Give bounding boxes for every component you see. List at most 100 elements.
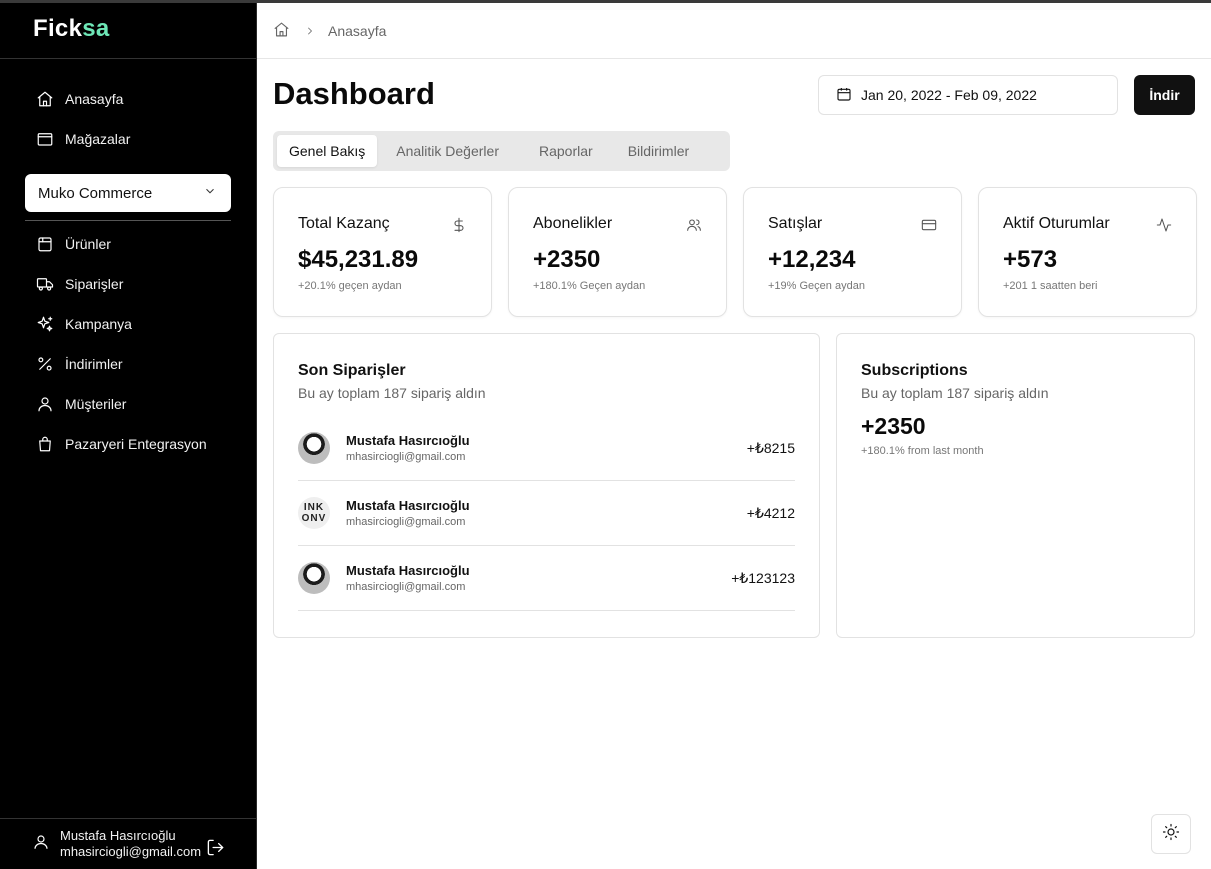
sun-icon [1162, 823, 1180, 846]
tab-list: Genel Bakış Analitik Değerler Raporlar B… [273, 131, 730, 171]
store-select[interactable]: Muko Commerce [25, 174, 231, 212]
brand-name-accent: sa [82, 15, 110, 42]
calendar-icon [836, 86, 861, 105]
tab-raporlar[interactable]: Raporlar [527, 135, 605, 167]
user-icon [36, 395, 54, 413]
stat-sub: +19% Geçen aydan [768, 280, 865, 292]
order-customer: Mustafa Hasırcıoğlu mhasirciogli@gmail.c… [346, 498, 470, 528]
sidebar-item-label: Müşteriler [65, 396, 127, 412]
tab-analitik-degerler[interactable]: Analitik Değerler [384, 135, 511, 167]
sidebar-item-label: İndirimler [65, 356, 123, 372]
dollar-icon [451, 217, 467, 238]
stat-card-aktif-oturumlar: Aktif Oturumlar +573 +201 1 saatten beri [978, 187, 1197, 317]
sidebar-item-label: Anasayfa [65, 91, 124, 107]
order-customer-email: mhasirciogli@gmail.com [346, 451, 466, 463]
stat-sub: +20.1% geçen aydan [298, 280, 402, 292]
sidebar-item-urunler[interactable]: Ürünler [0, 224, 256, 264]
breadcrumb: Anasayfa [257, 3, 1211, 59]
order-customer-name: Mustafa Hasırcıoğlu [346, 563, 470, 578]
order-amount: +₺8215 [746, 439, 795, 456]
stat-value: +573 [1003, 246, 1058, 273]
sidebar-item-label: Pazaryeri Entegrasyon [65, 436, 207, 452]
store-select-value: Muko Commerce [38, 184, 153, 202]
activity-icon [1156, 217, 1172, 238]
order-customer: Mustafa Hasırcıoğlu mhasirciogli@gmail.c… [346, 433, 470, 463]
avatar-fallback: INK ONV [301, 502, 327, 524]
recent-orders-card: Son Siparişler Bu ay toplam 187 sipariş … [273, 333, 820, 638]
sidebar-item-indirimler[interactable]: İndirimler [0, 344, 256, 384]
chevron-down-icon [203, 184, 217, 202]
stat-value: +2350 [533, 246, 601, 273]
credit-card-icon [921, 217, 937, 238]
order-row[interactable]: Mustafa Hasırcıoğlu mhasirciogli@gmail.c… [298, 546, 795, 611]
brand-logo[interactable]: Fick sa [0, 0, 256, 59]
card-title: Subscriptions [861, 362, 968, 379]
stat-card-total-kazanc: Total Kazanç $45,231.89 +20.1% geçen ayd… [273, 187, 492, 317]
home-icon[interactable] [273, 21, 290, 41]
order-customer-email: mhasirciogli@gmail.com [346, 581, 466, 593]
sidebar-item-kampanya[interactable]: Kampanya [0, 304, 256, 344]
user-info: Mustafa Hasırcıoğlu mhasirciogli@gmail.c… [60, 828, 201, 860]
stat-sub: +180.1% Geçen aydan [533, 280, 646, 292]
sidebar-item-siparisler[interactable]: Siparişler [0, 264, 256, 304]
sidebar-item-label: Ürünler [65, 236, 111, 252]
stat-card-satislar: Satışlar +12,234 +19% Geçen aydan [743, 187, 962, 317]
sparkles-icon [36, 315, 54, 333]
avatar: INK ONV [298, 497, 330, 529]
chevron-right-icon [304, 25, 316, 37]
sidebar-top-nav: Anasayfa Mağazalar [0, 59, 256, 159]
user-name: Mustafa Hasırcıoğlu [60, 828, 176, 843]
sidebar-item-label: Kampanya [65, 316, 132, 332]
card-description: Bu ay toplam 187 sipariş aldın [861, 385, 1049, 401]
sidebar-main-nav: Ürünler Siparişler Kampanya İndirimler M… [0, 221, 256, 464]
sidebar-item-label: Siparişler [65, 276, 124, 292]
date-range-value: Jan 20, 2022 - Feb 09, 2022 [861, 87, 1037, 103]
sidebar-item-label: Mağazalar [65, 131, 131, 147]
stat-card-abonelikler: Abonelikler +2350 +180.1% Geçen aydan [508, 187, 727, 317]
percent-icon [36, 355, 54, 373]
tab-bildirimler[interactable]: Bildirimler [616, 135, 701, 167]
stats-row: Total Kazanç $45,231.89 +20.1% geçen ayd… [273, 187, 1197, 317]
sidebar-item-magazalar[interactable]: Mağazalar [0, 119, 256, 159]
subscriptions-value: +2350 [861, 413, 926, 439]
order-customer-email: mhasirciogli@gmail.com [346, 516, 466, 528]
users-icon [686, 217, 702, 238]
logout-icon[interactable] [206, 838, 225, 862]
sidebar-item-anasayfa[interactable]: Anasayfa [0, 79, 256, 119]
subscriptions-card: Subscriptions Bu ay toplam 187 sipariş a… [836, 333, 1195, 638]
stat-value: $45,231.89 [298, 246, 419, 273]
user-icon [32, 833, 50, 856]
store-icon [36, 130, 54, 148]
truck-icon [36, 275, 54, 293]
shopping-bag-icon [36, 435, 54, 453]
download-button[interactable]: İndir [1134, 75, 1195, 115]
order-row[interactable]: INK ONV Mustafa Hasırcıoğlu mhasirciogli@… [298, 481, 795, 546]
sidebar-item-musteriler[interactable]: Müşteriler [0, 384, 256, 424]
stat-value: +12,234 [768, 246, 856, 273]
breadcrumb-current[interactable]: Anasayfa [328, 23, 386, 39]
package-icon [36, 235, 54, 253]
order-customer-name: Mustafa Hasırcıoğlu [346, 498, 470, 513]
home-icon [36, 90, 54, 108]
order-list: Mustafa Hasırcıoğlu mhasirciogli@gmail.c… [298, 416, 795, 611]
order-amount: +₺123123 [731, 569, 795, 586]
sidebar-user-box: Mustafa Hasırcıoğlu mhasirciogli@gmail.c… [0, 818, 256, 869]
sidebar: Fick sa Anasayfa Mağazalar Muko Commerce … [0, 0, 257, 869]
stat-sub: +201 1 saatten beri [1003, 280, 1098, 292]
brand-name-main: Fick [33, 15, 83, 42]
theme-toggle-button[interactable] [1151, 814, 1191, 854]
order-amount: +₺4212 [746, 504, 795, 521]
order-customer-name: Mustafa Hasırcıoğlu [346, 433, 470, 448]
tab-genel-bakis[interactable]: Genel Bakış [277, 135, 378, 167]
main-content: Anasayfa Dashboard Jan 20, 2022 - Feb 09… [257, 3, 1211, 869]
avatar [298, 562, 330, 594]
card-description: Bu ay toplam 187 sipariş aldın [298, 385, 486, 401]
order-customer: Mustafa Hasırcıoğlu mhasirciogli@gmail.c… [346, 563, 470, 593]
order-row[interactable]: Mustafa Hasırcıoğlu mhasirciogli@gmail.c… [298, 416, 795, 481]
date-range-picker[interactable]: Jan 20, 2022 - Feb 09, 2022 [818, 75, 1118, 115]
card-title: Son Siparişler [298, 362, 406, 379]
subscriptions-sub: +180.1% from last month [861, 445, 984, 457]
sidebar-item-pazaryeri-entegrasyon[interactable]: Pazaryeri Entegrasyon [0, 424, 256, 464]
page-title: Dashboard [273, 76, 435, 111]
user-email: mhasirciogli@gmail.com [60, 844, 202, 859]
